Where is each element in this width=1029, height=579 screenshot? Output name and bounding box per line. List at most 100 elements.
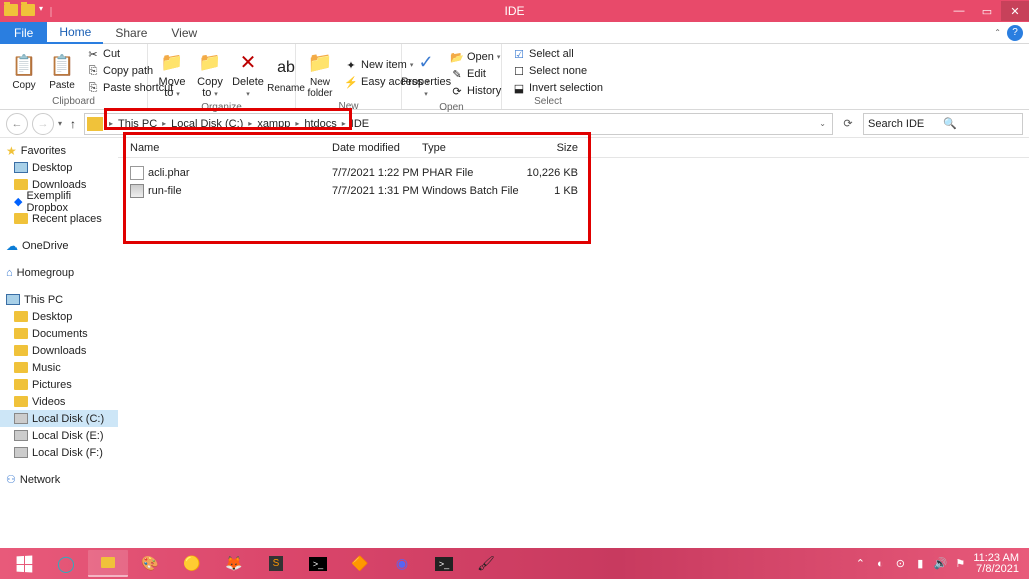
column-type[interactable]: Type: [422, 142, 522, 154]
close-button[interactable]: ✕: [1001, 1, 1029, 21]
sidebar-item-videos[interactable]: Videos: [0, 393, 118, 410]
chevron-right-icon[interactable]: ▸: [107, 119, 115, 128]
breadcrumb[interactable]: IDE: [348, 118, 372, 130]
group-label: Clipboard: [6, 96, 141, 109]
sidebar-network[interactable]: ⚇Network: [0, 471, 118, 488]
task-explorer[interactable]: [88, 550, 128, 577]
forward-button[interactable]: →: [32, 113, 54, 135]
task-firefox[interactable]: 🦊: [214, 550, 254, 577]
column-date[interactable]: Date modified: [332, 142, 422, 154]
up-button[interactable]: ↑: [66, 117, 80, 131]
easy-access-icon: ⚡: [344, 75, 358, 89]
task-edge[interactable]: ◯: [46, 550, 86, 577]
edit-button[interactable]: ✎Edit: [446, 66, 505, 82]
delete-button[interactable]: ✕ Delete ▾: [230, 46, 266, 102]
sidebar-item-drive-e[interactable]: Local Disk (E:): [0, 427, 118, 444]
column-name[interactable]: Name: [130, 142, 332, 154]
sidebar-item-dropbox[interactable]: ◆Exemplifi Dropbox: [0, 193, 118, 210]
invert-selection-button[interactable]: ⬓Invert selection: [508, 80, 607, 96]
tray-icon[interactable]: ◐: [873, 557, 887, 571]
tray-icon[interactable]: ⊙: [893, 557, 907, 571]
tray-clock[interactable]: 11:23 AM 7/8/2021: [973, 553, 1019, 575]
qat-dropdown-icon[interactable]: ▾: [39, 4, 43, 19]
addr-dropdown[interactable]: ⌄: [819, 119, 830, 128]
sidebar-item-documents[interactable]: Documents: [0, 325, 118, 342]
sidebar-homegroup[interactable]: ⌂Homegroup: [0, 264, 118, 281]
task-paint2[interactable]: 🖌: [466, 550, 506, 577]
sidebar-item-downloads[interactable]: Downloads: [0, 342, 118, 359]
tab-share[interactable]: Share: [103, 22, 159, 44]
file-row[interactable]: run-file 7/7/2021 1:31 PM Windows Batch …: [118, 182, 1029, 200]
new-folder-button[interactable]: 📁 New folder: [302, 46, 338, 101]
sidebar-item-pictures[interactable]: Pictures: [0, 376, 118, 393]
task-discord[interactable]: ◉: [382, 550, 422, 577]
file-row[interactable]: acli.phar 7/7/2021 1:22 PM PHAR File 10,…: [118, 164, 1029, 182]
maximize-button[interactable]: ▭: [973, 1, 1001, 21]
folder-icon: [14, 328, 28, 339]
star-icon: ★: [6, 144, 17, 158]
chevron-right-icon[interactable]: ▸: [340, 119, 348, 128]
ribbon-toggle-icon[interactable]: ⌃: [994, 28, 1001, 37]
move-to-button[interactable]: 📁 Move to ▾: [154, 46, 190, 102]
tab-home[interactable]: Home: [47, 22, 103, 44]
copy-icon: 📋: [12, 53, 37, 78]
select-all-button[interactable]: ☑Select all: [508, 46, 607, 62]
sidebar-item-desktop[interactable]: Desktop: [0, 308, 118, 325]
task-paint[interactable]: 🎨: [130, 550, 170, 577]
refresh-button[interactable]: ⟳: [837, 113, 859, 135]
sidebar-onedrive[interactable]: ☁OneDrive: [0, 237, 118, 254]
task-sublime[interactable]: S: [256, 550, 296, 577]
sidebar-item-desktop[interactable]: Desktop: [0, 159, 118, 176]
task-terminal[interactable]: >_: [424, 550, 464, 577]
column-size[interactable]: Size: [522, 142, 578, 154]
qat-overflow[interactable]: ｜: [46, 4, 56, 19]
sidebar-item-drive-f[interactable]: Local Disk (F:): [0, 444, 118, 461]
search-input[interactable]: Search IDE 🔍: [863, 113, 1023, 135]
start-button[interactable]: [4, 550, 44, 577]
minimize-button[interactable]: —: [945, 1, 973, 21]
properties-button[interactable]: ✓ Properties ▾: [408, 46, 444, 102]
copy-path-icon: ⎘: [86, 64, 100, 78]
copy-button[interactable]: 📋 Copy: [6, 49, 42, 93]
paste-button[interactable]: 📋 Paste: [44, 49, 80, 93]
sidebar-favorites[interactable]: ★Favorites: [0, 142, 118, 159]
breadcrumb[interactable]: Local Disk (C:): [168, 118, 246, 130]
open-button[interactable]: 📂Open ▾: [446, 49, 505, 65]
chevron-right-icon[interactable]: ▸: [160, 119, 168, 128]
taskbar: ◯ 🎨 🟡 🦊 S >_ 🔶 ◉ >_ 🖌 ⌃ ◐ ⊙ ▮ 🔊 ⚑ 11:23 …: [0, 548, 1029, 579]
properties-icon: ✓: [418, 52, 433, 73]
task-chrome[interactable]: 🟡: [172, 550, 212, 577]
breadcrumb[interactable]: htdocs: [301, 118, 339, 130]
chevron-right-icon[interactable]: ▸: [293, 119, 301, 128]
network-icon: ⚇: [6, 473, 16, 486]
recent-dropdown[interactable]: ▾: [58, 119, 62, 128]
breadcrumb[interactable]: xampp: [254, 118, 293, 130]
tray-up-icon[interactable]: ⌃: [853, 557, 867, 571]
tray-flag-icon[interactable]: ⚑: [953, 557, 967, 571]
sidebar: ★Favorites Desktop Downloads ◆Exemplifi …: [0, 138, 118, 552]
tab-file[interactable]: File: [0, 22, 47, 44]
sidebar-item-music[interactable]: Music: [0, 359, 118, 376]
breadcrumb[interactable]: This PC: [115, 118, 160, 130]
new-item-icon: ✦: [344, 58, 358, 72]
help-button[interactable]: ?: [1007, 25, 1023, 41]
sidebar-this-pc[interactable]: This PC: [0, 291, 118, 308]
tab-view[interactable]: View: [159, 22, 209, 44]
address-bar[interactable]: ▸ This PC ▸ Local Disk (C:) ▸ xampp ▸ ht…: [84, 113, 833, 135]
folder-icon: [14, 396, 28, 407]
task-xampp[interactable]: 🔶: [340, 550, 380, 577]
copy-to-button[interactable]: 📁 Copy to ▾: [192, 46, 228, 102]
history-button[interactable]: ⟳History: [446, 83, 505, 99]
homegroup-icon: ⌂: [6, 267, 13, 279]
chevron-right-icon[interactable]: ▸: [246, 119, 254, 128]
sidebar-item-drive-c[interactable]: Local Disk (C:): [0, 410, 118, 427]
task-cmd[interactable]: >_: [298, 550, 338, 577]
back-button[interactable]: ←: [6, 113, 28, 135]
tray-network-icon[interactable]: ▮: [913, 557, 927, 571]
select-none-button[interactable]: ☐Select none: [508, 63, 607, 79]
sidebar-item-recent[interactable]: Recent places: [0, 210, 118, 227]
select-none-icon: ☐: [512, 64, 526, 78]
tray-volume-icon[interactable]: 🔊: [933, 557, 947, 571]
pc-icon: [6, 294, 20, 305]
folder-icon: [14, 311, 28, 322]
